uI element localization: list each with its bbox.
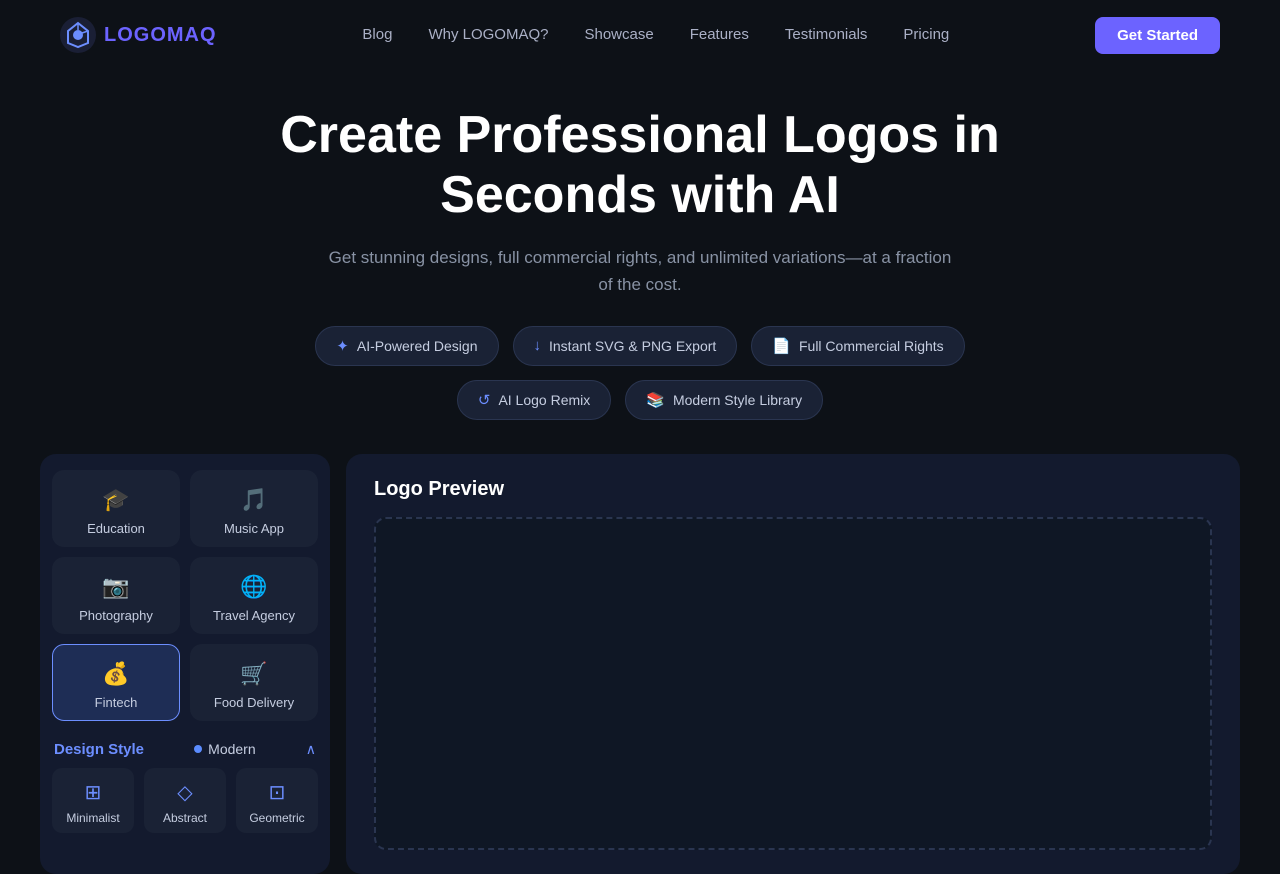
feature-badges-row1: ✦ AI-Powered Design ↓ Instant SVG & PNG … [60,326,1220,366]
badge-ai-remix[interactable]: ↺ AI Logo Remix [457,380,611,420]
commercial-icon: 📄 [772,337,791,355]
nav-features[interactable]: Features [690,26,749,43]
education-icon: 🎓 [102,487,129,513]
category-photography[interactable]: 📷 Photography [52,557,180,634]
logo-area: LOGOMAQ [60,17,217,53]
travel-icon: 🌐 [240,574,267,600]
nav-testimonials[interactable]: Testimonials [785,26,868,43]
design-style-current-label: Modern [208,741,255,757]
category-grid: 🎓 Education 🎵 Music App 📷 Photography 🌐 … [52,470,318,721]
food-icon: 🛒 [240,661,267,687]
library-icon: 📚 [646,391,665,409]
style-geometric[interactable]: ⊡ Geometric [236,768,318,833]
style-minimalist[interactable]: ⊞ Minimalist [52,768,134,833]
minimalist-icon: ⊞ [85,780,102,805]
ai-design-icon: ✦ [336,337,349,355]
badge-svg-export[interactable]: ↓ Instant SVG & PNG Export [513,326,738,366]
left-panel: 🎓 Education 🎵 Music App 📷 Photography 🌐 … [40,454,330,874]
abstract-icon: ◇ [177,780,192,805]
logo-preview-box [374,517,1212,850]
badge-commercial-rights[interactable]: 📄 Full Commercial Rights [751,326,964,366]
navbar: LOGOMAQ Blog Why LOGOMAQ? Showcase Featu… [0,0,1280,70]
export-icon: ↓ [534,337,542,354]
style-abstract[interactable]: ◇ Abstract [144,768,226,833]
category-food-delivery[interactable]: 🛒 Food Delivery [190,644,318,721]
nav-why[interactable]: Why LOGOMAQ? [428,26,548,43]
nav-showcase[interactable]: Showcase [584,26,653,43]
design-style-header: Design Style Modern ∧ [52,741,318,758]
music-icon: 🎵 [240,487,267,513]
geometric-icon: ⊡ [269,780,286,805]
badge-ai-design[interactable]: ✦ AI-Powered Design [315,326,498,366]
hero-subtitle: Get stunning designs, full commercial ri… [320,244,960,298]
nav-blog[interactable]: Blog [362,26,392,43]
hero-title: Create Professional Logos in Seconds wit… [280,106,1000,226]
right-panel: Logo Preview [346,454,1240,874]
badge-style-library[interactable]: 📚 Modern Style Library [625,380,823,420]
nav-pricing[interactable]: Pricing [903,26,949,43]
category-education[interactable]: 🎓 Education [52,470,180,547]
category-music-app[interactable]: 🎵 Music App [190,470,318,547]
design-style-current: Modern [194,741,255,757]
design-style-collapse-button[interactable]: ∧ [306,741,316,758]
logo-text: LOGOMAQ [104,24,217,47]
style-dot [194,745,202,753]
remix-icon: ↺ [478,391,491,409]
get-started-button[interactable]: Get Started [1095,17,1220,54]
design-style-title: Design Style [54,741,144,758]
style-grid: ⊞ Minimalist ◇ Abstract ⊡ Geometric [52,768,318,833]
photography-icon: 📷 [102,574,129,600]
main-section: 🎓 Education 🎵 Music App 📷 Photography 🌐 … [0,444,1280,874]
fintech-icon: 💰 [102,661,129,687]
logo-preview-title: Logo Preview [374,478,1212,501]
feature-badges-row2: ↺ AI Logo Remix 📚 Modern Style Library [60,380,1220,420]
hero-section: Create Professional Logos in Seconds wit… [0,70,1280,444]
nav-links: Blog Why LOGOMAQ? Showcase Features Test… [362,26,949,44]
category-travel-agency[interactable]: 🌐 Travel Agency [190,557,318,634]
logomaq-logo-icon [60,17,96,53]
category-fintech[interactable]: 💰 Fintech [52,644,180,721]
